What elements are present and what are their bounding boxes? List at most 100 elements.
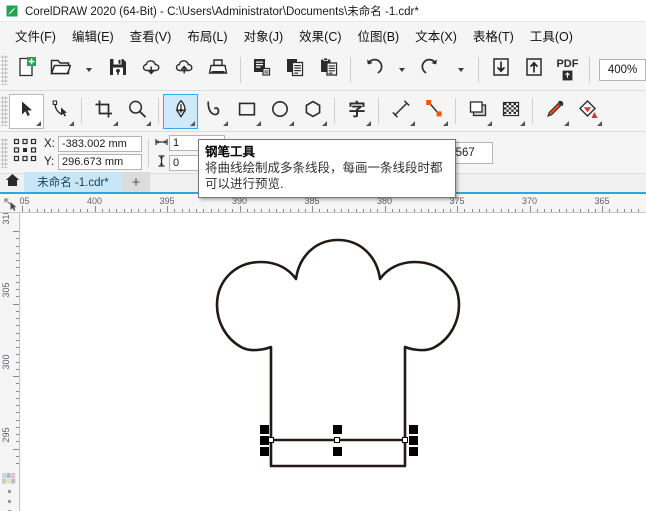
flyout-triangle-icon[interactable] [146, 120, 151, 126]
vertical-ruler[interactable]: 310 305 300 295 [0, 213, 20, 511]
node-left-open[interactable] [268, 437, 274, 443]
menu-layout[interactable]: 布局(L) [179, 23, 235, 48]
polygon-tool[interactable] [296, 95, 329, 128]
redo-dropdown[interactable] [448, 53, 473, 87]
horizontal-ruler[interactable]: 405 400 395 390 385 380 375 370 365 [0, 196, 646, 213]
paste-button[interactable] [312, 53, 345, 87]
property-bar-grip[interactable] [1, 137, 8, 168]
node-right-a[interactable] [409, 425, 418, 434]
ruler-tick-minor [290, 209, 292, 212]
ruler-tick-minor [65, 209, 67, 212]
node-mid-a[interactable] [333, 425, 342, 434]
color-palette-sliver[interactable] [0, 470, 20, 511]
ruler-tick-minor [326, 209, 328, 212]
menu-file[interactable]: 文件(F) [7, 23, 64, 48]
flyout-triangle-icon[interactable] [564, 120, 569, 126]
y-input[interactable]: 296.673 mm [58, 153, 142, 170]
coreldraw-window: CorelDRAW 2020 (64-Bit) - C:\Users\Admin… [0, 0, 646, 511]
drawing-canvas[interactable] [21, 213, 646, 511]
menu-tools[interactable]: 工具(O) [522, 23, 581, 48]
node-left-a[interactable] [260, 425, 269, 434]
transparency-tool[interactable] [494, 95, 527, 128]
pen-tool[interactable] [163, 93, 198, 129]
node-left-c[interactable] [260, 447, 269, 456]
ruler-tick-minor [370, 209, 371, 212]
ruler-tick-minor [16, 455, 19, 457]
flyout-triangle-icon[interactable] [410, 120, 415, 126]
ruler-tick-minor [159, 209, 161, 212]
dropshadow-tool[interactable] [461, 95, 494, 128]
flyout-triangle-icon[interactable] [113, 120, 118, 126]
open-document-dropdown[interactable] [76, 53, 101, 87]
menu-view[interactable]: 查看(V) [122, 23, 180, 48]
chevron-down-icon [399, 67, 406, 72]
copy-button[interactable] [279, 53, 312, 87]
redo-button[interactable] [415, 53, 448, 87]
flyout-triangle-icon[interactable] [190, 120, 195, 126]
flyout-triangle-icon[interactable] [597, 120, 602, 126]
undo-button[interactable] [356, 53, 389, 87]
ruler-tick-minor [16, 332, 19, 334]
print-button[interactable] [201, 53, 234, 87]
save-button[interactable] [102, 53, 135, 87]
undo-dropdown[interactable] [389, 53, 414, 87]
menu-edit[interactable]: 编辑(E) [64, 23, 122, 48]
ruler-tick-minor [29, 209, 31, 212]
import-cloud-button[interactable] [135, 53, 168, 87]
ellipse-tool[interactable] [263, 95, 296, 128]
node-mid-center[interactable] [334, 437, 340, 443]
bspline-tool[interactable] [197, 95, 230, 128]
color-eyedropper-tool[interactable] [538, 95, 571, 128]
node-right-open[interactable] [402, 437, 408, 443]
home-button[interactable] [0, 172, 24, 192]
export-button[interactable] [518, 53, 551, 87]
toolbox-grip[interactable] [1, 96, 8, 126]
rectangle-tool[interactable] [230, 95, 263, 128]
chef-hat-drawing[interactable] [21, 213, 646, 511]
connector-tool[interactable] [417, 95, 450, 128]
toolbar-grip[interactable] [1, 54, 8, 85]
ruler-tick-minor [406, 209, 408, 212]
zoom-level-input[interactable]: 400% [599, 58, 646, 81]
menu-object[interactable]: 对象(J) [236, 23, 292, 48]
add-document-tab-button[interactable]: + [122, 172, 150, 192]
pen-tool-tooltip: 钢笔工具 将曲线绘制成多条线段，每画一条线段时都可以进行预览. [198, 139, 456, 198]
node-mid-b[interactable] [333, 447, 342, 456]
pick-tool[interactable] [9, 93, 44, 129]
fill-tool[interactable] [571, 95, 604, 128]
flyout-triangle-icon[interactable] [256, 120, 261, 126]
publish-button[interactable] [246, 53, 279, 87]
publish-pdf-button[interactable]: PDF [551, 53, 584, 87]
menu-effects[interactable]: 效果(C) [291, 23, 349, 48]
zoom-tool[interactable] [120, 95, 153, 128]
cmyk-swatch-icon[interactable] [2, 472, 16, 484]
ruler-tick-minor [631, 209, 632, 212]
flyout-triangle-icon[interactable] [223, 120, 228, 126]
flyout-triangle-icon[interactable] [520, 120, 525, 126]
new-document-button[interactable] [10, 53, 43, 87]
flyout-triangle-icon[interactable] [69, 120, 74, 126]
x-input[interactable]: -383.002 mm [58, 135, 142, 152]
menu-table[interactable]: 表格(T) [465, 23, 522, 48]
import-button[interactable] [484, 53, 517, 87]
dimension-tool[interactable] [384, 95, 417, 128]
flyout-triangle-icon[interactable] [443, 120, 448, 126]
export-cloud-button[interactable] [168, 53, 201, 87]
flyout-triangle-icon[interactable] [487, 120, 492, 126]
document-tab[interactable]: 未命名 -1.cdr* [24, 172, 122, 192]
shape-tool[interactable] [43, 95, 76, 128]
flyout-triangle-icon[interactable] [322, 120, 327, 126]
flyout-triangle-icon[interactable] [36, 120, 41, 126]
text-tool[interactable]: 字 [340, 95, 373, 128]
open-document-button[interactable] [43, 53, 76, 87]
crop-tool[interactable] [87, 95, 120, 128]
menu-bitmap[interactable]: 位图(B) [350, 23, 408, 48]
node-right-b[interactable] [409, 436, 418, 445]
flyout-triangle-icon[interactable] [366, 120, 371, 126]
ruler-tick-minor [138, 209, 139, 212]
node-right-c[interactable] [409, 447, 418, 456]
menu-text[interactable]: 文本(X) [407, 23, 465, 48]
ruler-origin-icon[interactable] [0, 196, 20, 212]
flyout-triangle-icon[interactable] [289, 120, 294, 126]
ruler-tick-minor [333, 209, 335, 212]
